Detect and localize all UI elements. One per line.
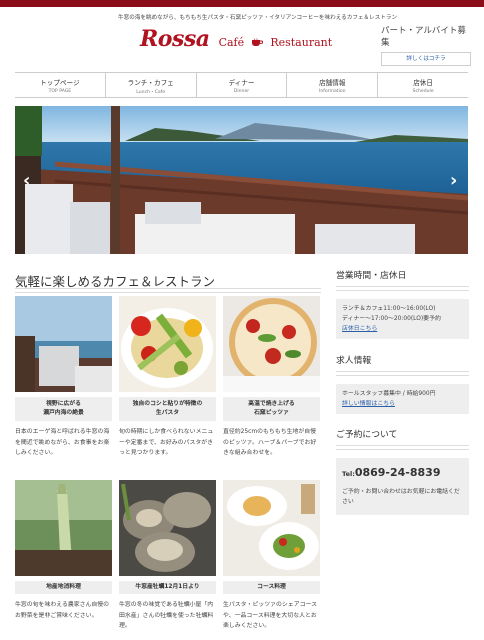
coffee-cup-icon <box>252 38 264 46</box>
card-image-seaview <box>15 296 112 392</box>
sidebar-jobs: 求人情報 ホールスタッフ募集中 / 時給900円 詳しい情報はこちら <box>336 353 469 414</box>
jobs-text: ホールスタッフ募集中 / 時給900円 <box>342 391 436 397</box>
card-caption: 独自のコシと粘りが特徴の 生パスタ <box>119 397 216 421</box>
card-description: 生パスタ・ピッツァのシェアコースや、一品コース料理を大切な人とお楽しみください。 <box>223 602 317 629</box>
sidebar-reservation: ご予約について Tel:0869-24-8839 ご予約・お問い合わせはお気軽に… <box>336 427 469 515</box>
hero-seaview-image <box>15 106 468 254</box>
nav-item-information[interactable]: 店舗情報 Information <box>286 73 377 97</box>
feature-card-course: コース料理 生パスタ・ピッツァのシェアコースや、一品コース料理を大切な人とお楽し… <box>223 480 320 632</box>
hours-title: 営業時間・店休日 <box>336 271 407 281</box>
card-description: 日本のエーゲ海と呼ばれる牛窓の海を間近で眺めながら、お食事をお楽しみください。 <box>15 429 110 456</box>
sidebar-divider <box>336 445 469 450</box>
sidebar-divider <box>336 371 469 376</box>
card-caption-line1: 高温で焼き上げる <box>248 401 295 407</box>
global-nav: トップページ TOP PAGE ランチ・カフェ Lunch・Cafe ディナー … <box>15 72 468 98</box>
hours-dinner: ディナー〜17:00〜20:00(LO)要予約 <box>342 316 441 322</box>
feature-card-seaview: 視野に広がる 瀬戸内海の絶景 日本のエーゲ海と呼ばれる牛窓の海を間近で眺めながら… <box>15 296 112 459</box>
nav-sublabel: Information <box>318 89 346 94</box>
reservation-box: Tel:0869-24-8839 ご予約・お問い合わせはお気軽にお電話ください <box>336 458 469 515</box>
card-caption: コース料理 <box>223 581 320 594</box>
logo-restaurant-text: Restaurant <box>270 36 333 49</box>
card-caption: 牛窓産牡蠣12月1日より <box>119 581 216 594</box>
nav-item-top[interactable]: トップページ TOP PAGE <box>15 73 105 97</box>
holiday-link[interactable]: 店休日こちら <box>342 324 463 334</box>
section-divider <box>15 288 321 293</box>
feature-card-pasta: 独自のコシと粘りが特徴の 生パスタ 旬の時期にしか食べられないメニューや定番まで… <box>119 296 216 459</box>
card-caption-line2: 瀬戸内海の絶景 <box>43 410 84 416</box>
nav-sublabel: Lunch・Cafe <box>136 90 166 95</box>
card-caption-line2: 生パスタ <box>155 410 180 416</box>
reservation-note: ご予約・お問い合わせはお気軽にお電話ください <box>342 489 460 505</box>
card-caption: 視野に広がる 瀬戸内海の絶景 <box>15 397 112 421</box>
phone-label: Tel: <box>342 470 355 478</box>
feature-card-oyster: 牛窓産牡蠣12月1日より 牛窓の冬の味覚である牡蠣小屋「内田水産」さんの牡蠣を使… <box>119 480 216 632</box>
hours-box: ランチ＆カフェ11:00〜16:00(LO) ディナー〜17:00〜20:00(… <box>336 299 469 339</box>
recruit-button[interactable]: 詳しくはコチラ <box>381 52 471 66</box>
nav-label: ディナー <box>228 79 255 87</box>
nav-item-dinner[interactable]: ディナー Dinner <box>195 73 287 97</box>
jobs-title: 求人情報 <box>336 356 372 366</box>
card-description: 牛窓の旬を味わえる農家さん自慢のお野菜を是非ご賞味ください。 <box>15 602 110 619</box>
sidebar-divider <box>336 286 469 291</box>
card-description: 旬の時期にしか食べられないメニューや定番まで、お好みのパスタがきっと見つかります… <box>119 429 214 456</box>
card-caption-line1: 視野に広がる <box>46 401 81 407</box>
logo-rossa-text: Rossa <box>140 26 210 52</box>
card-image-oyster <box>119 480 216 576</box>
card-image-pizza <box>223 296 320 392</box>
nav-sublabel: Schedule <box>412 89 434 94</box>
card-image-asparagus <box>15 480 112 576</box>
jobs-link[interactable]: 詳しい情報はこちら <box>342 399 463 409</box>
card-description: 直径約25cmのもちもち生地が自慢のピッツァ。ハーブ＆パーブでお好きな組み合わせ… <box>223 429 317 456</box>
phone-number[interactable]: Tel:0869-24-8839 <box>342 466 463 479</box>
jobs-box: ホールスタッフ募集中 / 時給900円 詳しい情報はこちら <box>336 384 469 414</box>
nav-label: 店舗情報 <box>319 79 346 87</box>
hero-next-arrow-icon[interactable]: › <box>450 170 457 191</box>
feature-card-local: 地産地消料理 牛窓の旬を味わえる農家さん自慢のお野菜を是非ご賞味ください。 <box>15 480 112 621</box>
nav-item-lunch[interactable]: ランチ・カフェ Lunch・Cafe <box>104 73 196 97</box>
nav-sublabel: TOP PAGE <box>48 89 72 94</box>
logo-cafe-text: Café <box>218 36 245 49</box>
sidebar-hours: 営業時間・店休日 ランチ＆カフェ11:00〜16:00(LO) ディナー〜17:… <box>336 268 469 339</box>
recruit-box: パート・アルバイト募集 詳しくはコチラ <box>381 24 471 66</box>
site-tagline: 牛窓の海を眺めながら、もちもち生パスタ・石窯ピッツァ・イタリアンコーヒーを味わえ… <box>118 15 398 21</box>
nav-item-schedule[interactable]: 店休日 Schedule <box>377 73 468 97</box>
card-caption-line1: 独自のコシと粘りが特徴の <box>132 401 203 407</box>
nav-label: 店休日 <box>413 79 433 87</box>
nav-label: ランチ・カフェ <box>127 79 174 87</box>
phone-digits: 0869-24-8839 <box>354 466 441 479</box>
card-description: 牛窓の冬の味覚である牡蠣小屋「内田水産」さんの牡蠣を使った牡蠣料理。 <box>119 602 214 629</box>
card-caption-line2: 石窯ピッツァ <box>254 410 289 416</box>
reservation-title: ご予約について <box>336 430 398 440</box>
hero-prev-arrow-icon[interactable]: ‹ <box>23 170 30 191</box>
top-accent-bar <box>0 0 484 7</box>
feature-card-pizza: 高温で焼き上げる 石窯ピッツァ 直径約25cmのもちもち生地が自慢のピッツァ。ハ… <box>223 296 320 459</box>
card-caption: 高温で焼き上げる 石窯ピッツァ <box>223 397 320 421</box>
recruit-title: パート・アルバイト募集 <box>381 26 466 48</box>
hours-lunch: ランチ＆カフェ11:00〜16:00(LO) <box>342 306 436 312</box>
nav-sublabel: Dinner <box>233 89 250 94</box>
card-image-pasta <box>119 296 216 392</box>
nav-label: トップページ <box>40 79 80 87</box>
card-image-course <box>223 480 320 576</box>
hero-slider[interactable] <box>15 106 468 254</box>
card-caption: 地産地消料理 <box>15 581 112 594</box>
site-logo[interactable]: Rossa Café Restaurant <box>140 26 332 52</box>
